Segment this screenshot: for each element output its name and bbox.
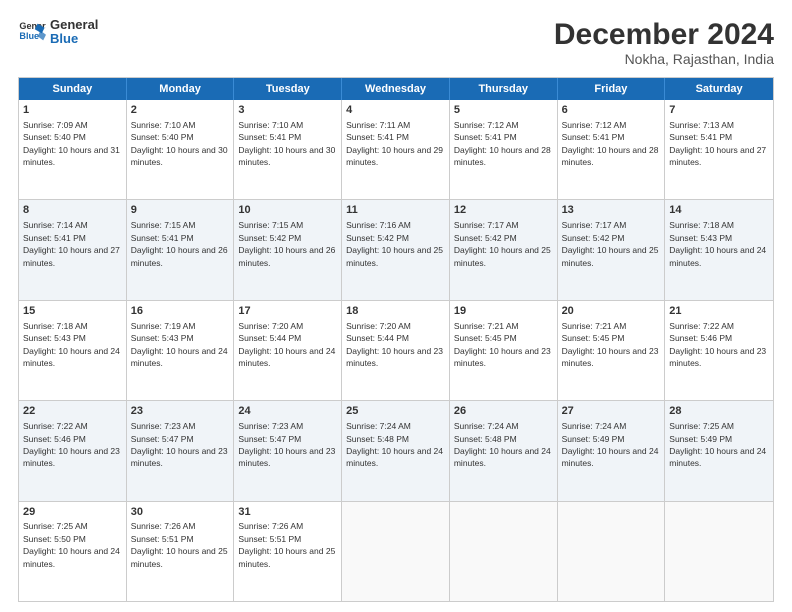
logo: General Blue General Blue	[18, 18, 98, 47]
week-row-2: 8 Sunrise: 7:14 AM Sunset: 5:41 PM Dayli…	[19, 200, 773, 300]
week-row-4: 22 Sunrise: 7:22 AM Sunset: 5:46 PM Dayl…	[19, 401, 773, 501]
cell-empty-4	[665, 502, 773, 601]
cell-5: 5 Sunrise: 7:12 AM Sunset: 5:41 PM Dayli…	[450, 100, 558, 199]
calendar-header: Sunday Monday Tuesday Wednesday Thursday…	[19, 78, 773, 100]
cell-28: 28 Sunrise: 7:25 AM Sunset: 5:49 PM Dayl…	[665, 401, 773, 500]
cell-empty-3	[558, 502, 666, 601]
svg-text:Blue: Blue	[19, 31, 39, 41]
day-num: 1	[23, 103, 122, 118]
cell-sunrise: Sunrise: 7:09 AM	[23, 120, 88, 130]
cell-11: 11 Sunrise: 7:16 AM Sunset: 5:42 PM Dayl…	[342, 200, 450, 299]
calendar: Sunday Monday Tuesday Wednesday Thursday…	[18, 77, 774, 602]
logo-icon: General Blue	[18, 18, 46, 46]
header: General Blue General Blue December 2024 …	[18, 18, 774, 67]
cell-8: 8 Sunrise: 7:14 AM Sunset: 5:41 PM Dayli…	[19, 200, 127, 299]
week-row-3: 15 Sunrise: 7:18 AM Sunset: 5:43 PM Dayl…	[19, 301, 773, 401]
day-num: 2	[131, 103, 230, 118]
subtitle: Nokha, Rajasthan, India	[554, 51, 774, 67]
cell-12: 12 Sunrise: 7:17 AM Sunset: 5:42 PM Dayl…	[450, 200, 558, 299]
cell-31: 31 Sunrise: 7:26 AM Sunset: 5:51 PM Dayl…	[234, 502, 342, 601]
header-friday: Friday	[558, 78, 666, 100]
cell-9: 9 Sunrise: 7:15 AM Sunset: 5:41 PM Dayli…	[127, 200, 235, 299]
cell-1: 1 Sunrise: 7:09 AM Sunset: 5:40 PM Dayli…	[19, 100, 127, 199]
cell-14: 14 Sunrise: 7:18 AM Sunset: 5:43 PM Dayl…	[665, 200, 773, 299]
cell-daylight: Daylight: 10 hours and 31 minutes.	[23, 145, 120, 167]
calendar-body: 1 Sunrise: 7:09 AM Sunset: 5:40 PM Dayli…	[19, 100, 773, 601]
cell-15: 15 Sunrise: 7:18 AM Sunset: 5:43 PM Dayl…	[19, 301, 127, 400]
cell-3: 3 Sunrise: 7:10 AM Sunset: 5:41 PM Dayli…	[234, 100, 342, 199]
cell-20: 20 Sunrise: 7:21 AM Sunset: 5:45 PM Dayl…	[558, 301, 666, 400]
cell-25: 25 Sunrise: 7:24 AM Sunset: 5:48 PM Dayl…	[342, 401, 450, 500]
cell-27: 27 Sunrise: 7:24 AM Sunset: 5:49 PM Dayl…	[558, 401, 666, 500]
cell-6: 6 Sunrise: 7:12 AM Sunset: 5:41 PM Dayli…	[558, 100, 666, 199]
cell-13: 13 Sunrise: 7:17 AM Sunset: 5:42 PM Dayl…	[558, 200, 666, 299]
header-sunday: Sunday	[19, 78, 127, 100]
header-wednesday: Wednesday	[342, 78, 450, 100]
header-thursday: Thursday	[450, 78, 558, 100]
main-title: December 2024	[554, 18, 774, 51]
cell-30: 30 Sunrise: 7:26 AM Sunset: 5:51 PM Dayl…	[127, 502, 235, 601]
cell-24: 24 Sunrise: 7:23 AM Sunset: 5:47 PM Dayl…	[234, 401, 342, 500]
cell-22: 22 Sunrise: 7:22 AM Sunset: 5:46 PM Dayl…	[19, 401, 127, 500]
cell-16: 16 Sunrise: 7:19 AM Sunset: 5:43 PM Dayl…	[127, 301, 235, 400]
cell-21: 21 Sunrise: 7:22 AM Sunset: 5:46 PM Dayl…	[665, 301, 773, 400]
cell-empty-2	[450, 502, 558, 601]
cell-17: 17 Sunrise: 7:20 AM Sunset: 5:44 PM Dayl…	[234, 301, 342, 400]
cell-sunset: Sunset: 5:40 PM	[23, 132, 86, 142]
cell-7: 7 Sunrise: 7:13 AM Sunset: 5:41 PM Dayli…	[665, 100, 773, 199]
cell-4: 4 Sunrise: 7:11 AM Sunset: 5:41 PM Dayli…	[342, 100, 450, 199]
header-monday: Monday	[127, 78, 235, 100]
week-row-1: 1 Sunrise: 7:09 AM Sunset: 5:40 PM Dayli…	[19, 100, 773, 200]
cell-2: 2 Sunrise: 7:10 AM Sunset: 5:40 PM Dayli…	[127, 100, 235, 199]
logo-line2: Blue	[50, 32, 98, 46]
page: General Blue General Blue December 2024 …	[0, 0, 792, 612]
header-saturday: Saturday	[665, 78, 773, 100]
title-block: December 2024 Nokha, Rajasthan, India	[554, 18, 774, 67]
logo-line1: General	[50, 18, 98, 32]
header-tuesday: Tuesday	[234, 78, 342, 100]
cell-10: 10 Sunrise: 7:15 AM Sunset: 5:42 PM Dayl…	[234, 200, 342, 299]
cell-empty-1	[342, 502, 450, 601]
cell-29: 29 Sunrise: 7:25 AM Sunset: 5:50 PM Dayl…	[19, 502, 127, 601]
cell-23: 23 Sunrise: 7:23 AM Sunset: 5:47 PM Dayl…	[127, 401, 235, 500]
cell-19: 19 Sunrise: 7:21 AM Sunset: 5:45 PM Dayl…	[450, 301, 558, 400]
logo-text: General Blue	[50, 18, 98, 47]
cell-26: 26 Sunrise: 7:24 AM Sunset: 5:48 PM Dayl…	[450, 401, 558, 500]
week-row-5: 29 Sunrise: 7:25 AM Sunset: 5:50 PM Dayl…	[19, 502, 773, 601]
cell-18: 18 Sunrise: 7:20 AM Sunset: 5:44 PM Dayl…	[342, 301, 450, 400]
